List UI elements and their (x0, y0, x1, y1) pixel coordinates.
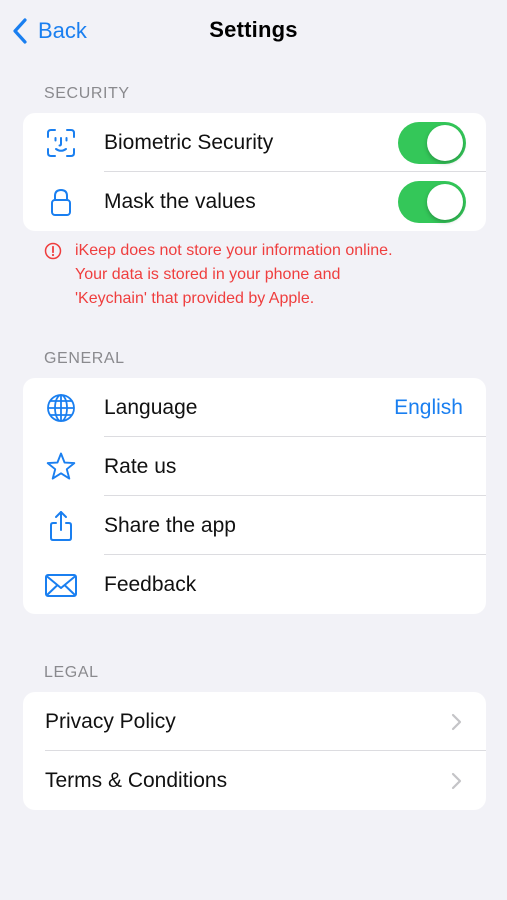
mask-values-toggle[interactable] (398, 180, 466, 223)
terms-conditions-label: Terms & Conditions (45, 768, 228, 792)
section-header-security: SECURITY (44, 85, 130, 102)
legal-card: Privacy Policy Terms & Conditions (23, 692, 486, 810)
privacy-policy-row[interactable]: Privacy Policy (23, 692, 486, 751)
storage-warning: iKeep does not store your information on… (44, 239, 464, 311)
feedback-row[interactable]: Feedback (23, 555, 486, 614)
share-app-row[interactable]: Share the app (23, 496, 486, 555)
mask-values-label: Mask the values (104, 189, 256, 213)
terms-conditions-row[interactable]: Terms & Conditions (23, 751, 486, 810)
page-title: Settings (209, 17, 298, 42)
biometric-security-row[interactable]: Biometric Security (23, 113, 486, 172)
share-icon (43, 508, 79, 544)
privacy-policy-label: Privacy Policy (45, 709, 176, 733)
globe-icon (43, 390, 79, 426)
general-card: Language English Rate us Share the app F… (23, 378, 486, 614)
warning-line: iKeep does not store your information on… (75, 242, 393, 259)
star-icon (43, 449, 79, 485)
toggle-knob (427, 124, 463, 161)
lock-icon (43, 184, 79, 220)
envelope-icon (43, 567, 79, 603)
feedback-label: Feedback (104, 572, 197, 596)
share-app-label: Share the app (104, 513, 236, 537)
rate-us-row[interactable]: Rate us (23, 437, 486, 496)
navigation-bar: Back Settings (0, 0, 507, 62)
language-value[interactable]: English (394, 396, 463, 420)
rate-us-label: Rate us (104, 454, 177, 478)
warning-line: 'Keychain' that provided by Apple. (75, 290, 315, 307)
language-row[interactable]: Language English (23, 378, 486, 437)
toggle-knob (427, 183, 463, 220)
face-id-icon (43, 125, 79, 161)
section-header-legal: LEGAL (44, 664, 99, 681)
warning-line: Your data is stored in your phone and (75, 266, 341, 283)
exclamation-circle-icon (44, 242, 62, 260)
language-label: Language (104, 395, 198, 419)
mask-values-row[interactable]: Mask the values (23, 172, 486, 231)
chevron-right-icon (451, 772, 462, 789)
biometric-security-label: Biometric Security (104, 130, 274, 154)
biometric-security-toggle[interactable] (398, 121, 466, 164)
chevron-right-icon (451, 713, 462, 730)
security-card: Biometric Security Mask the values (23, 113, 486, 231)
section-header-general: GENERAL (44, 350, 125, 367)
